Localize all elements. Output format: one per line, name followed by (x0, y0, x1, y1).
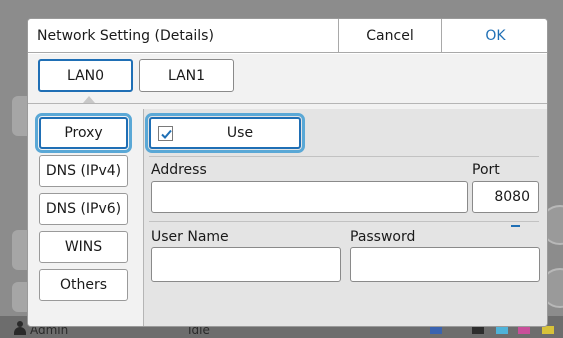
section-divider (149, 156, 539, 157)
use-label: Use (226, 125, 254, 141)
network-setting-dialog: Network Setting (Details) Cancel OK LAN0… (27, 18, 548, 327)
toner-icon (518, 326, 530, 334)
dialog-header: Network Setting (Details) Cancel OK (28, 19, 547, 53)
password-field[interactable] (350, 247, 540, 282)
port-field[interactable]: 8080 (472, 181, 539, 213)
ok-button[interactable]: OK (441, 19, 547, 53)
dialog-body: LAN0 LAN1 Proxy DNS (IPv4) DNS (IPv6) WI… (28, 54, 547, 326)
tab-divider (28, 103, 547, 104)
category-proxy-button[interactable]: Proxy (35, 113, 132, 153)
username-label: User Name (151, 229, 229, 245)
tab-lan0[interactable]: LAN0 (38, 59, 133, 92)
toner-icon (430, 326, 442, 334)
category-wins-button[interactable]: WINS (39, 231, 128, 263)
dialog-title: Network Setting (Details) (37, 28, 214, 44)
password-label: Password (350, 229, 416, 245)
username-field[interactable] (151, 247, 341, 282)
category-dns-ipv4-button[interactable]: DNS (IPv4) (39, 155, 128, 187)
selected-tab-indicator (83, 96, 95, 103)
toner-icon (542, 326, 554, 334)
toner-icon (496, 326, 508, 334)
address-field[interactable] (151, 181, 468, 213)
tab-lan1[interactable]: LAN1 (139, 59, 234, 92)
category-others-button[interactable]: Others (39, 269, 128, 301)
use-proxy-toggle[interactable]: Use (145, 113, 305, 153)
port-label: Port (472, 162, 500, 178)
section-divider (149, 221, 539, 222)
address-label: Address (151, 162, 207, 178)
text-cursor (511, 225, 520, 227)
category-dns-ipv6-button[interactable]: DNS (IPv6) (39, 193, 128, 225)
toner-icon (472, 326, 484, 334)
user-icon (14, 321, 26, 335)
cancel-button[interactable]: Cancel (338, 19, 441, 53)
port-value: 8080 (494, 189, 530, 205)
